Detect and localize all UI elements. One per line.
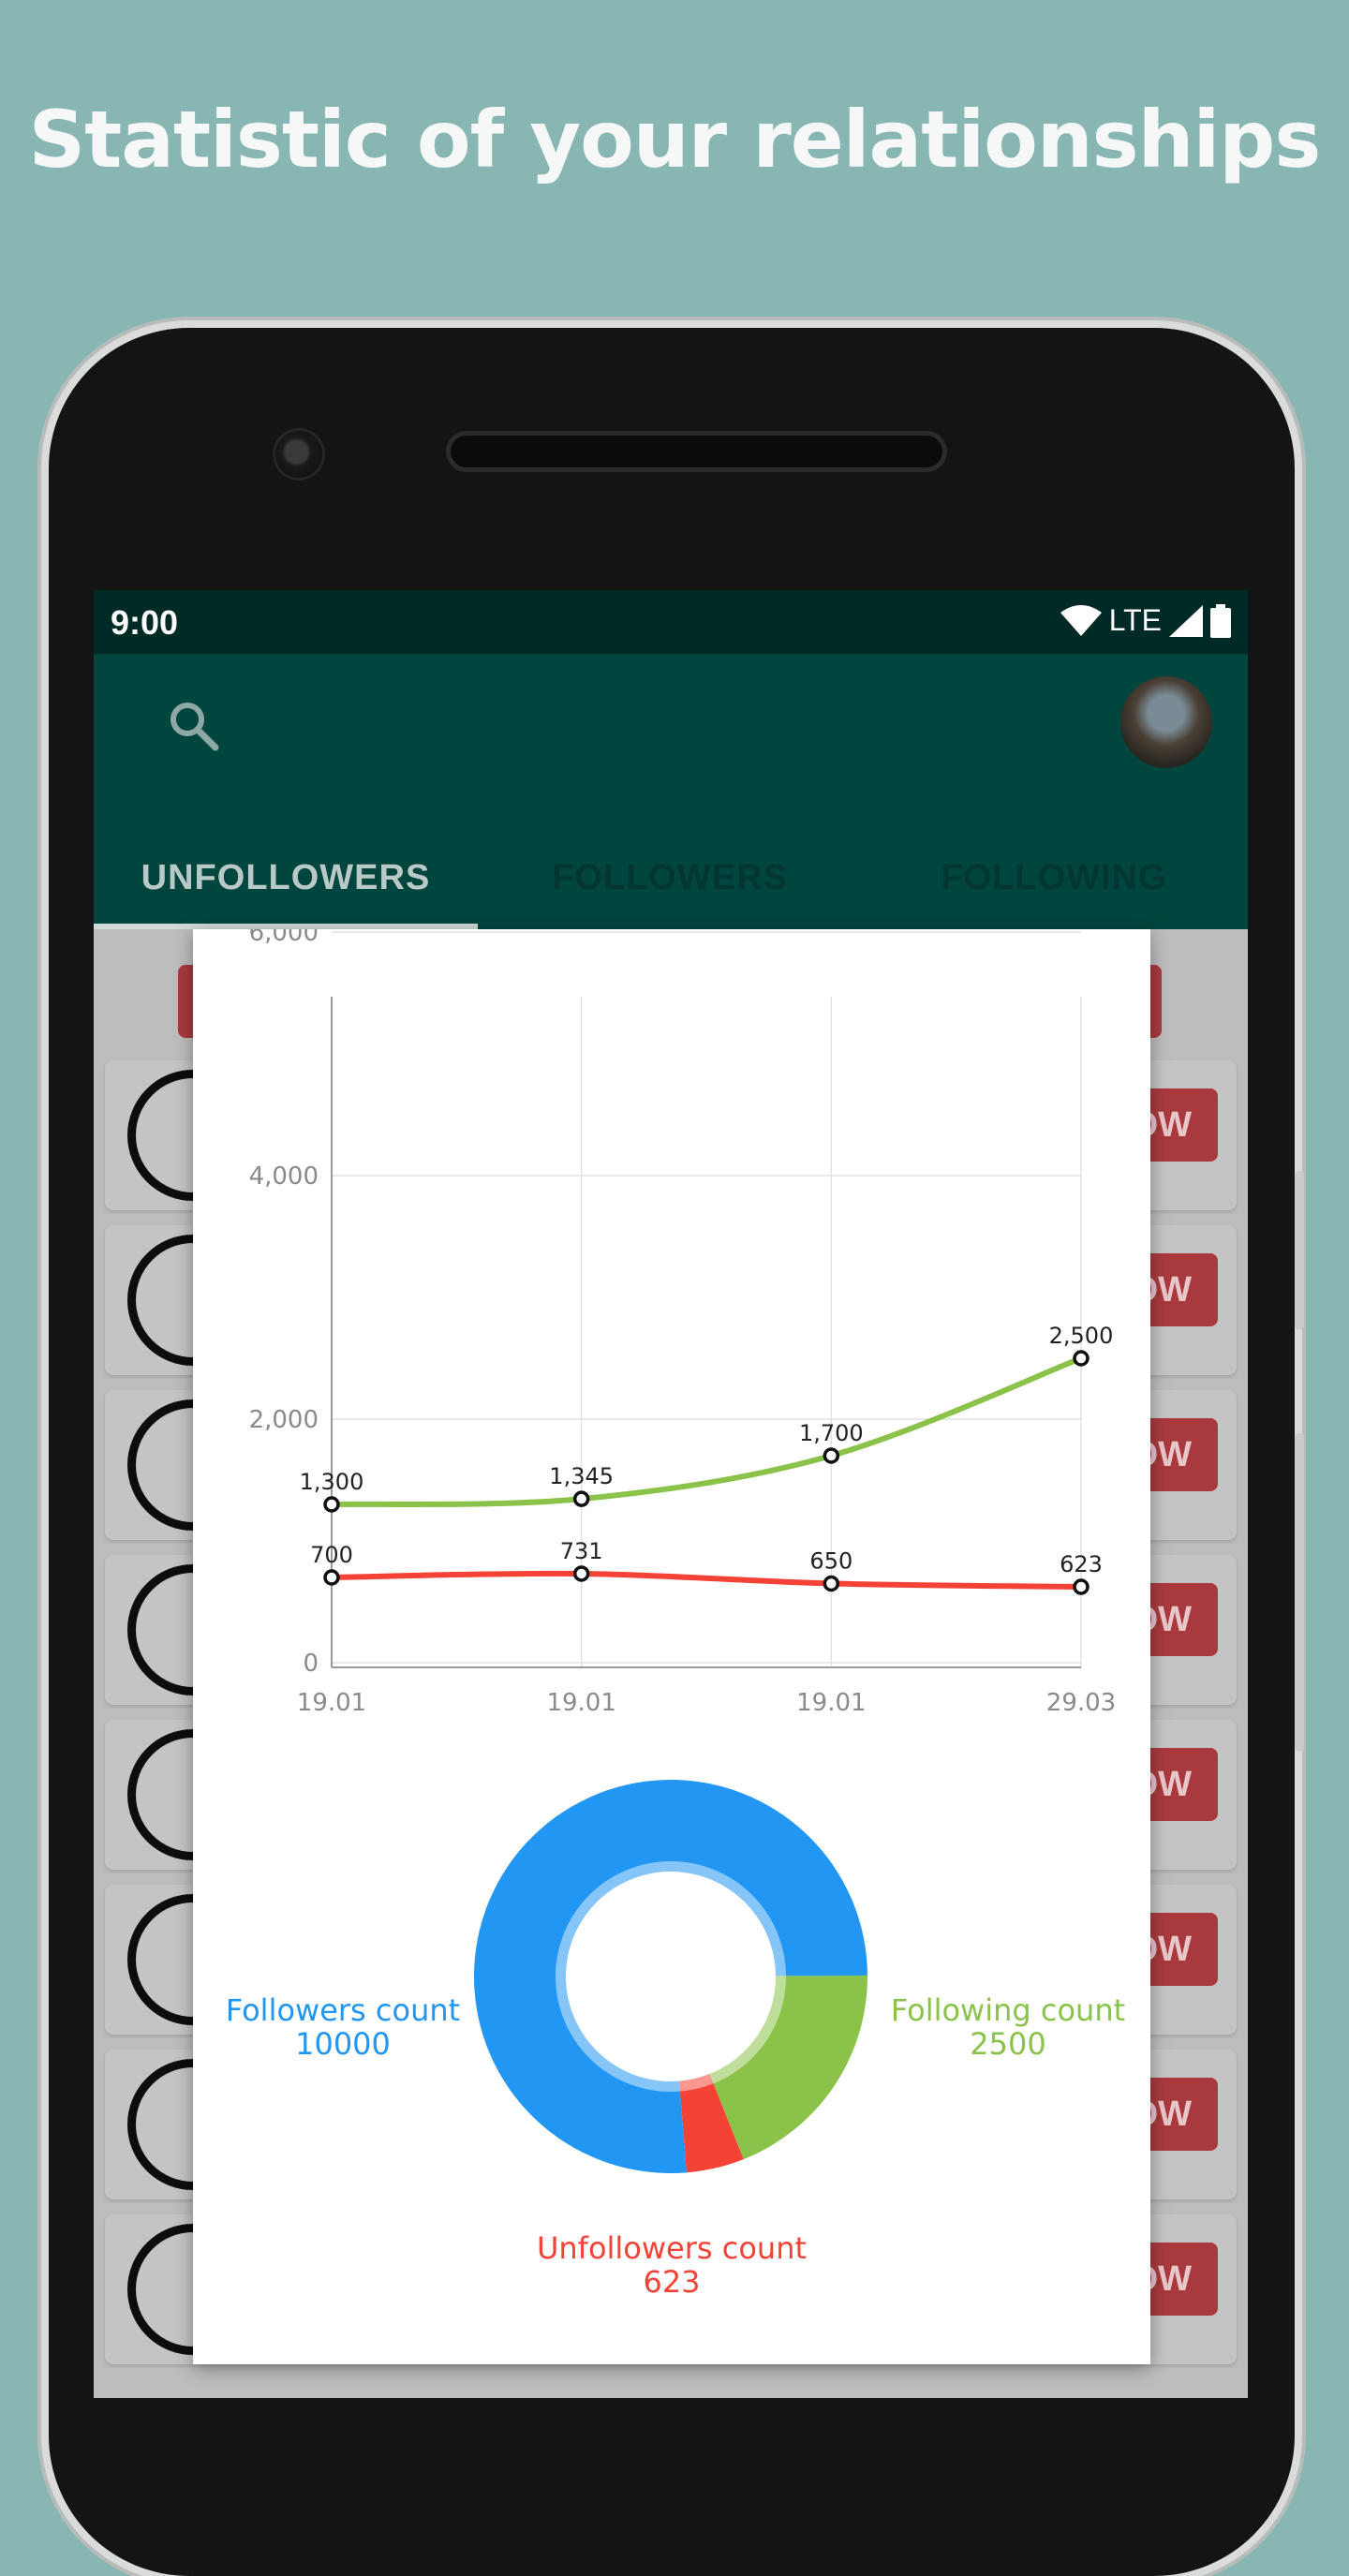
- data-point: [323, 1496, 340, 1513]
- profile-avatar[interactable]: [1120, 676, 1212, 768]
- tab-bar: UNFOLLOWERS FOLLOWERS FOLLOWING: [94, 813, 1248, 929]
- tab-following[interactable]: FOLLOWING: [862, 813, 1246, 929]
- followers-legend-label: Followers count: [225, 1992, 461, 2028]
- volume-button: [1295, 1171, 1304, 1330]
- app-bar: [94, 654, 1248, 813]
- donut-hole: [571, 1877, 770, 2076]
- data-label: 623: [1060, 1551, 1103, 1577]
- power-button: [1295, 1433, 1304, 1752]
- data-label: 2,500: [1049, 1323, 1114, 1349]
- front-camera: [275, 431, 322, 478]
- page-headline: Statistic of your relationships: [28, 94, 1322, 185]
- wifi-icon: [1060, 604, 1102, 636]
- data-point: [1073, 1578, 1090, 1595]
- followers-legend: Followers count 10000: [221, 1993, 465, 2061]
- data-point: [572, 1565, 590, 1582]
- x-tick-label: 19.01: [796, 1689, 866, 1717]
- search-icon[interactable]: [167, 699, 223, 755]
- signal-icon: [1169, 604, 1203, 637]
- donut-slice-following-count: [709, 1975, 867, 2160]
- donut-slice-unfollowers-count: [679, 2074, 744, 2173]
- series-line-2: [329, 1570, 1084, 1591]
- data-label: 731: [560, 1538, 603, 1564]
- x-tick-label: 19.01: [546, 1689, 615, 1717]
- statistics-dialog: 02,0004,0006,0008,00010,00019.0119.0119.…: [193, 929, 1150, 2364]
- tab-followers[interactable]: FOLLOWERS: [478, 813, 862, 929]
- data-label: 1,700: [799, 1420, 864, 1446]
- unfollowers-legend-label: Unfollowers count: [536, 2230, 808, 2266]
- x-tick-label: 29.03: [1046, 1689, 1116, 1717]
- line-chart: 02,0004,0006,0008,00010,00019.0119.0119.…: [249, 929, 1117, 1717]
- data-point: [823, 1447, 840, 1464]
- following-legend: Following count 2500: [886, 1993, 1130, 2061]
- x-tick-label: 19.01: [297, 1689, 366, 1717]
- following-legend-label: Following count: [890, 1992, 1126, 2028]
- data-point: [323, 1569, 340, 1586]
- status-time: 9:00: [111, 603, 179, 642]
- unfollowers-legend-value: 623: [643, 2264, 701, 2300]
- donut-inner-ring: [556, 1861, 786, 2092]
- network-type: LTE: [1108, 603, 1162, 637]
- battery-icon: [1210, 603, 1231, 638]
- data-label: 700: [310, 1542, 353, 1568]
- data-point: [1073, 1350, 1090, 1367]
- followers-legend-value: 10000: [295, 2026, 391, 2062]
- y-tick-label: 4,000: [249, 1162, 319, 1191]
- data-point: [823, 1575, 840, 1592]
- earpiece-speaker: [446, 431, 947, 472]
- y-tick-label: 0: [303, 1650, 319, 1678]
- following-legend-value: 2500: [970, 2026, 1046, 2062]
- data-point: [572, 1490, 590, 1507]
- donut-slice-followers-count: [474, 1780, 867, 2173]
- tab-unfollowers[interactable]: UNFOLLOWERS: [94, 813, 478, 929]
- unfollowers-legend: Unfollowers count 623: [531, 2231, 812, 2299]
- data-label: 1,300: [300, 1469, 364, 1495]
- series-line-1: [329, 1355, 1084, 1508]
- y-tick-label: 6,000: [249, 929, 319, 947]
- status-bar: 9:00 LTE: [94, 590, 1248, 654]
- y-tick-label: 2,000: [249, 1406, 319, 1434]
- data-label: 650: [809, 1548, 852, 1575]
- data-label: 1,345: [549, 1463, 614, 1489]
